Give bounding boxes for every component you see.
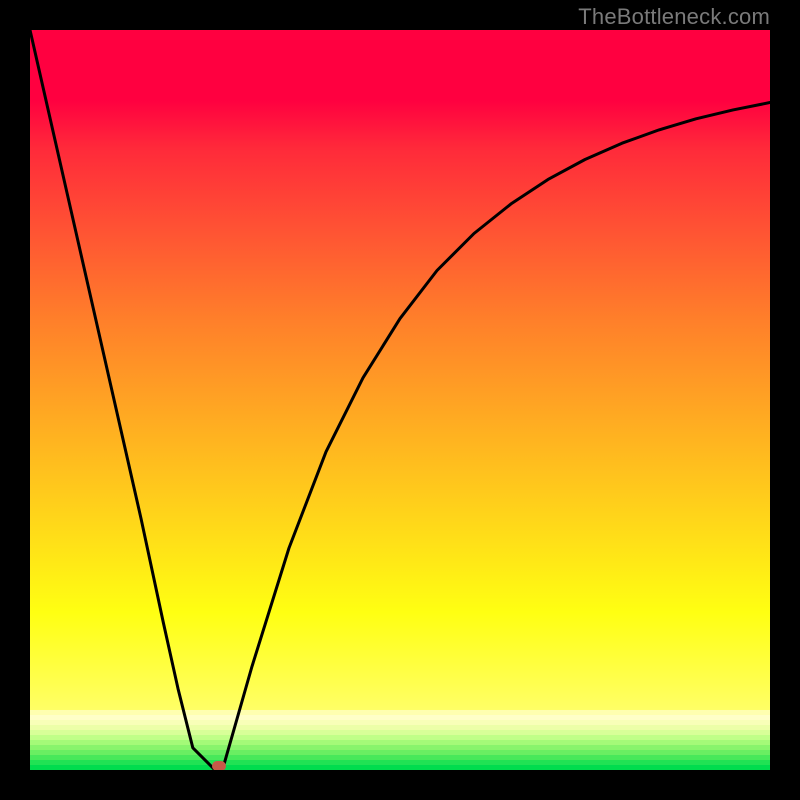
watermark-text: TheBottleneck.com xyxy=(578,4,770,30)
bottleneck-curve xyxy=(30,30,770,770)
optimal-point-marker xyxy=(212,761,226,770)
curve-svg xyxy=(30,30,770,770)
chart-frame: TheBottleneck.com xyxy=(0,0,800,800)
plot-area xyxy=(30,30,770,770)
